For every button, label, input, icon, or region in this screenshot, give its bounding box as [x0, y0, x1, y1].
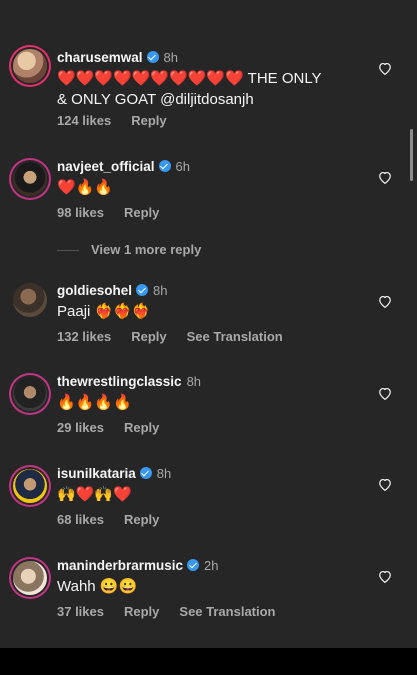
avatar[interactable] — [13, 283, 47, 317]
likes-count[interactable]: 29 likes — [57, 420, 104, 435]
reply-button[interactable]: Reply — [124, 512, 159, 527]
verified-badge-icon — [146, 51, 159, 63]
username[interactable]: thewrestlingclassic — [57, 374, 182, 389]
comment-text: ❤️❤️❤️❤️❤️❤️❤️❤️❤️❤️ THE ONLY & ONLY GOA… — [57, 68, 377, 110]
comment-actions: 124 likes Reply — [57, 113, 187, 128]
comment-text: Wahh 😀😀 — [57, 576, 377, 597]
see-translation-button[interactable]: See Translation — [179, 604, 275, 619]
comment-text: 🙌❤️🙌❤️ — [57, 484, 377, 505]
likes-count[interactable]: 98 likes — [57, 205, 104, 220]
comment-header: navjeet_official 6h — [57, 159, 190, 174]
view-more-replies-label: View 1 more reply — [91, 242, 202, 257]
verified-badge-icon — [158, 160, 171, 172]
comment-actions: 68 likes Reply — [57, 512, 179, 527]
heart-outline-icon[interactable] — [378, 387, 392, 401]
heart-outline-icon[interactable] — [378, 62, 392, 76]
comment-text: Paaji ❤️‍🔥❤️‍🔥❤️‍🔥 — [57, 301, 377, 322]
likes-count[interactable]: 68 likes — [57, 512, 104, 527]
view-more-replies-button[interactable]: View 1 more reply — [57, 242, 201, 257]
timestamp: 8h — [156, 466, 172, 481]
comment-text-line: 🙌❤️🙌❤️ — [57, 486, 132, 503]
username[interactable]: charusemwal — [57, 50, 143, 65]
comment-text-line: ❤️❤️❤️❤️❤️❤️❤️❤️❤️❤️ THE ONLY — [57, 70, 322, 87]
reply-button[interactable]: Reply — [124, 604, 159, 619]
username[interactable]: navjeet_official — [57, 159, 155, 174]
heart-outline-icon[interactable] — [378, 295, 392, 309]
timestamp: 6h — [175, 159, 191, 174]
reply-button[interactable]: Reply — [124, 205, 159, 220]
avatar[interactable] — [13, 49, 47, 83]
comment-text-line: Wahh 😀😀 — [57, 578, 138, 595]
comment-text-line: & ONLY GOAT @diljitdosanjh — [57, 91, 254, 108]
comment-text-line: 🔥🔥🔥🔥 — [57, 394, 132, 411]
comment-actions: 132 likes Reply See Translation — [57, 329, 303, 344]
timestamp: 8h — [153, 283, 168, 298]
heart-outline-icon[interactable] — [378, 478, 392, 492]
verified-badge-icon — [187, 559, 200, 571]
username[interactable]: maninderbrarmusic — [57, 558, 183, 573]
divider — [57, 250, 79, 252]
verified-badge-icon — [139, 467, 152, 479]
avatar[interactable] — [13, 377, 47, 411]
timestamp: 2h — [204, 558, 219, 573]
comment-text: ❤️🔥🔥 — [57, 177, 377, 198]
reply-button[interactable]: Reply — [131, 113, 166, 128]
comment-header: thewrestlingclassic 8h — [57, 374, 201, 389]
scrollbar[interactable] — [410, 129, 413, 181]
comment-text-line: Paaji ❤️‍🔥❤️‍🔥❤️‍🔥 — [57, 303, 151, 320]
username[interactable]: goldiesohel — [57, 283, 132, 298]
comment-actions: 37 likes Reply See Translation — [57, 604, 296, 619]
likes-count[interactable]: 132 likes — [57, 329, 111, 344]
comment-header: goldiesohel 8h — [57, 283, 167, 298]
comment-header: maninderbrarmusic 2h — [57, 558, 219, 573]
comment-actions: 98 likes Reply — [57, 205, 179, 220]
reply-button[interactable]: Reply — [131, 329, 166, 344]
heart-outline-icon[interactable] — [378, 570, 392, 584]
comment-header: charusemwal 8h — [57, 50, 178, 65]
comments-panel: charusemwal 8h ❤️❤️❤️❤️❤️❤️❤️❤️❤️❤️ THE O… — [0, 0, 417, 648]
avatar[interactable] — [13, 162, 47, 196]
timestamp: 8h — [186, 374, 202, 389]
heart-outline-icon[interactable] — [378, 171, 392, 185]
avatar[interactable] — [13, 561, 47, 595]
verified-badge-icon — [136, 284, 149, 296]
reply-button[interactable]: Reply — [124, 420, 159, 435]
username[interactable]: isunilkataria — [57, 466, 136, 481]
avatar[interactable] — [13, 469, 47, 503]
comment-actions: 29 likes Reply — [57, 420, 179, 435]
bottom-bar — [0, 648, 417, 675]
likes-count[interactable]: 37 likes — [57, 604, 104, 619]
timestamp: 8h — [163, 50, 179, 65]
comment-text: 🔥🔥🔥🔥 — [57, 392, 377, 413]
likes-count[interactable]: 124 likes — [57, 113, 111, 128]
see-translation-button[interactable]: See Translation — [187, 329, 283, 344]
comment-text-line: ❤️🔥🔥 — [57, 179, 114, 196]
comment-header: isunilkataria 8h — [57, 466, 171, 481]
